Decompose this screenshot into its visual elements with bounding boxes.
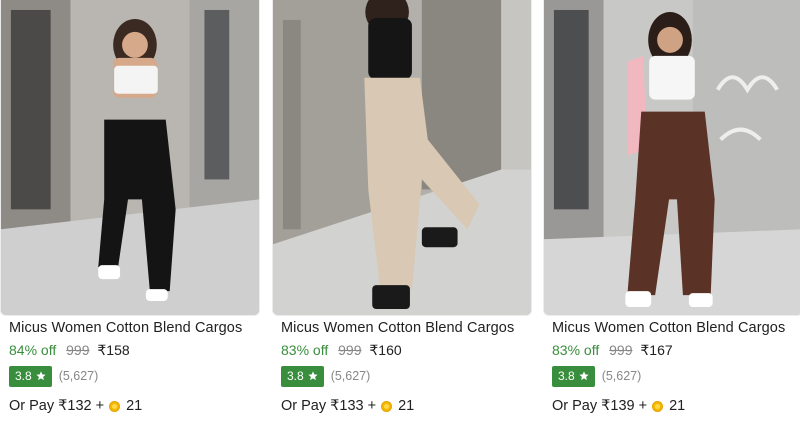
discount-label: 83% off xyxy=(281,342,329,358)
mrp-price: 999 xyxy=(609,342,633,358)
product-card[interactable]: Micus Women Cotton Blend Cargos 83% off … xyxy=(543,0,800,421)
star-icon xyxy=(36,371,46,381)
product-title[interactable]: Micus Women Cotton Blend Cargos xyxy=(552,320,785,336)
supercoin-icon xyxy=(109,400,121,412)
pay-text: Or Pay ₹139 + xyxy=(552,398,648,414)
rating-badge: 3.8 xyxy=(281,365,324,387)
sale-price: ₹158 xyxy=(97,342,130,358)
product-card[interactable]: Micus Women Cotton Blend Cargos 83% off … xyxy=(272,0,532,421)
discount-label: 84% off xyxy=(9,342,57,358)
price-row: 84% off 999 ₹158 xyxy=(9,342,130,359)
coin-amount: 21 xyxy=(669,398,686,414)
rating-count: (5,627) xyxy=(601,369,642,383)
rating-value: 3.8 xyxy=(558,369,575,383)
sale-price: ₹167 xyxy=(640,342,673,358)
sale-price: ₹160 xyxy=(369,342,402,358)
rating-count: (5,627) xyxy=(58,369,99,383)
rating-badge: 3.8 xyxy=(552,365,595,387)
supercoin-icon xyxy=(652,400,664,412)
supercoin-icon xyxy=(381,400,393,412)
mrp-price: 999 xyxy=(338,342,362,358)
coin-amount: 21 xyxy=(126,398,143,414)
star-icon xyxy=(579,371,589,381)
coin-amount: 21 xyxy=(398,398,415,414)
discount-label: 83% off xyxy=(552,342,600,358)
rating-value: 3.8 xyxy=(15,369,32,383)
rating-row: 3.8 (5,627) xyxy=(552,365,642,387)
product-card[interactable]: Micus Women Cotton Blend Cargos 84% off … xyxy=(0,0,260,421)
rating-row: 3.8 (5,627) xyxy=(9,365,99,387)
pay-text: Or Pay ₹132 + xyxy=(9,398,105,414)
pay-text: Or Pay ₹133 + xyxy=(281,398,377,414)
price-row: 83% off 999 ₹167 xyxy=(552,342,673,359)
pay-with-coins-row: Or Pay ₹139 + 21 xyxy=(552,398,685,414)
rating-row: 3.8 (5,627) xyxy=(281,365,371,387)
pay-with-coins-row: Or Pay ₹132 + 21 xyxy=(9,398,142,414)
star-icon xyxy=(308,371,318,381)
product-image[interactable] xyxy=(272,0,532,316)
rating-count: (5,627) xyxy=(330,369,371,383)
product-image[interactable] xyxy=(0,0,260,316)
product-image[interactable] xyxy=(543,0,800,316)
product-title[interactable]: Micus Women Cotton Blend Cargos xyxy=(9,320,242,336)
rating-value: 3.8 xyxy=(287,369,304,383)
pay-with-coins-row: Or Pay ₹133 + 21 xyxy=(281,398,414,414)
rating-badge: 3.8 xyxy=(9,365,52,387)
price-row: 83% off 999 ₹160 xyxy=(281,342,402,359)
product-title[interactable]: Micus Women Cotton Blend Cargos xyxy=(281,320,514,336)
mrp-price: 999 xyxy=(66,342,90,358)
